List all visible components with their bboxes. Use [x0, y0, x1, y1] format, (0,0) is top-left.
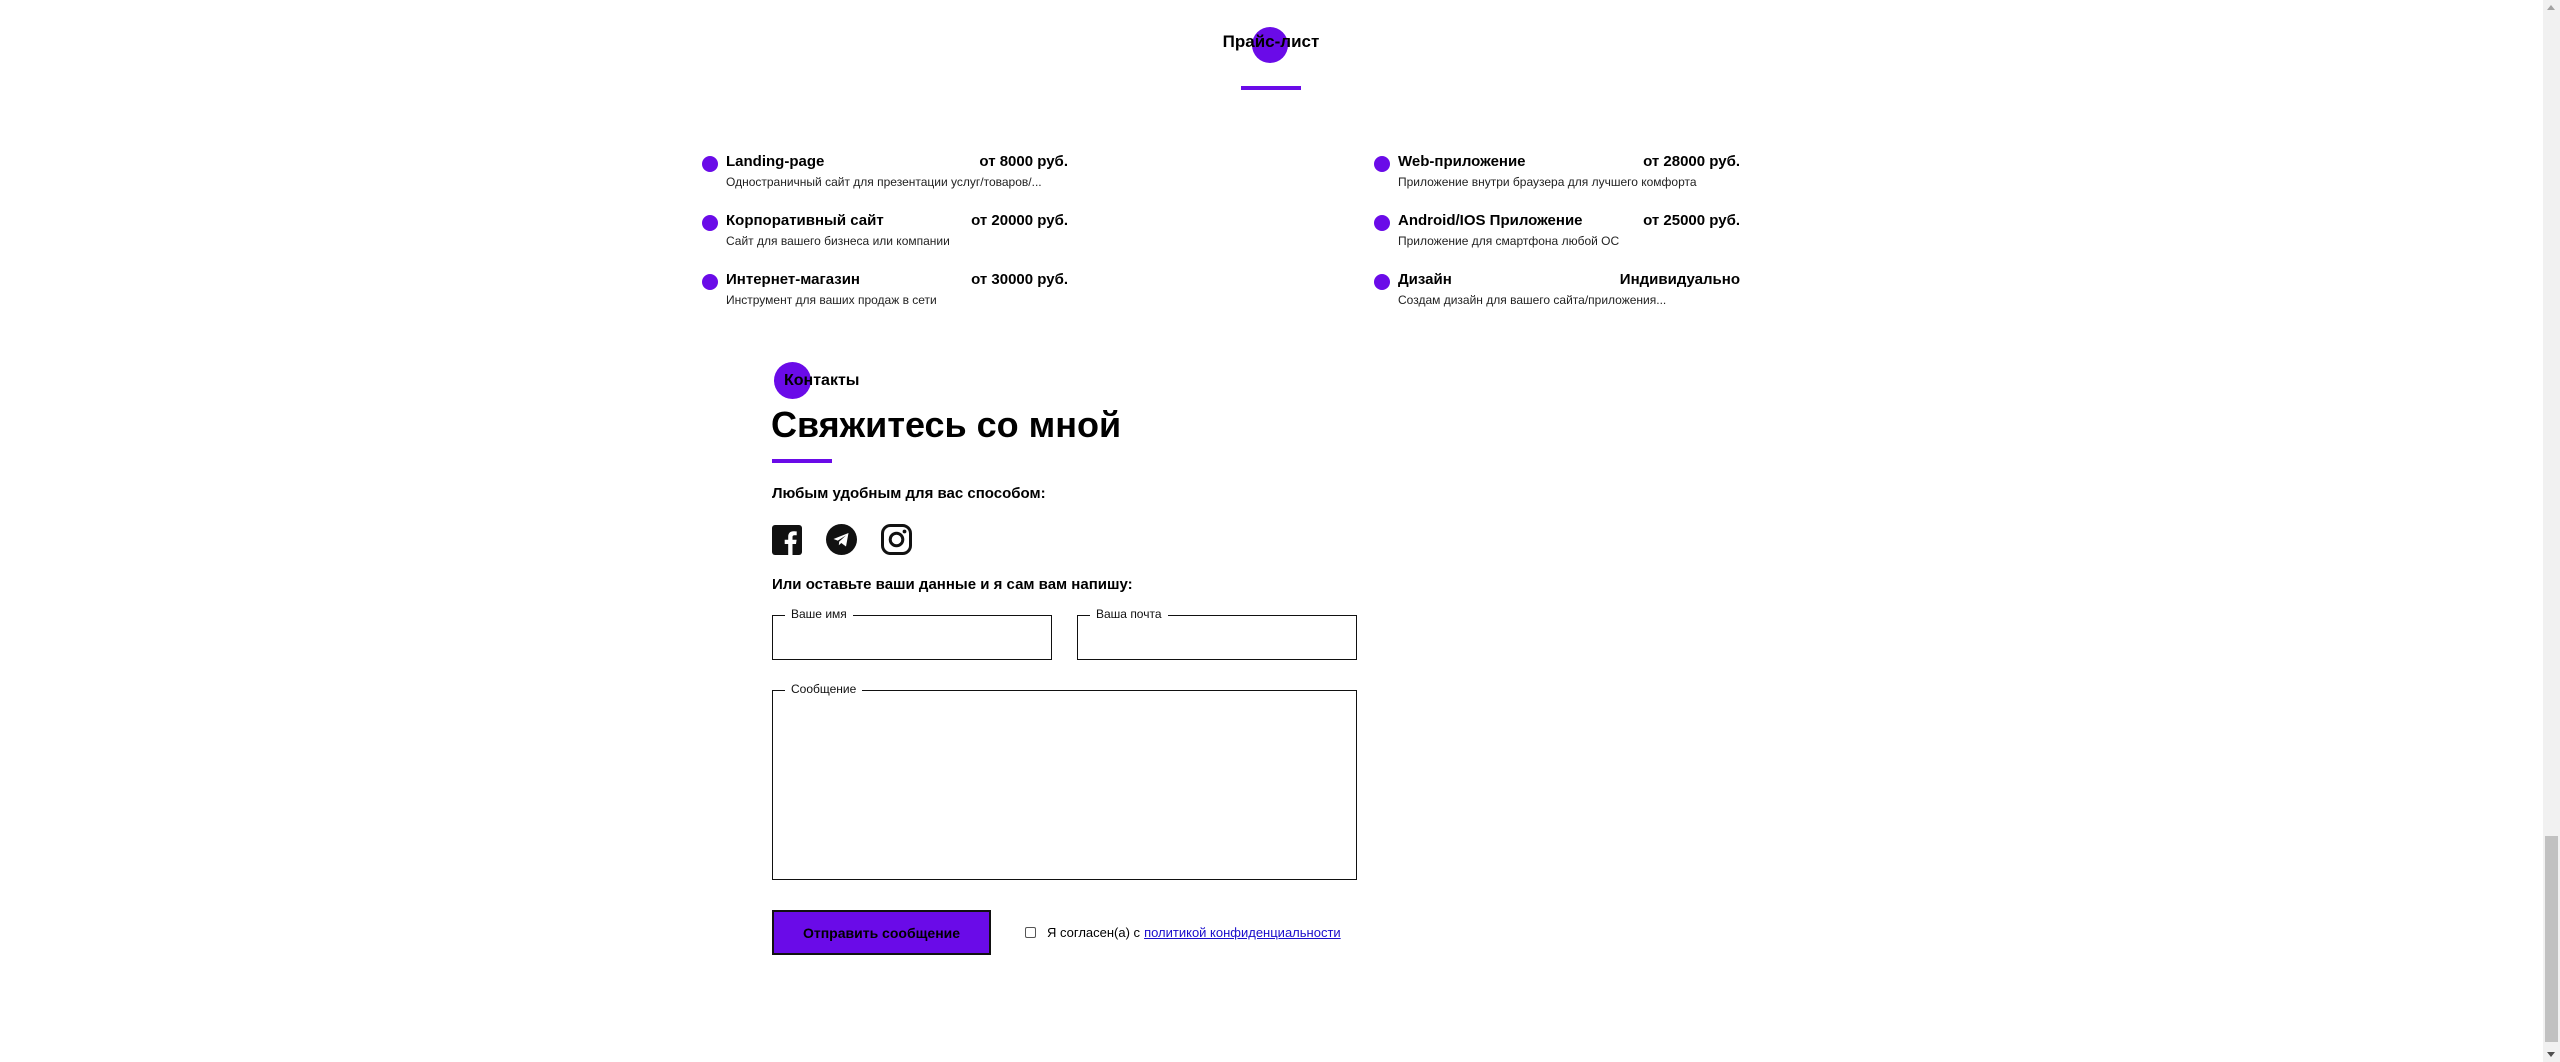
agree-text: Я согласен(а) с [1047, 925, 1141, 940]
price-list-header: Прайс-лист [1180, 20, 1362, 100]
contacts-heading: Свяжитесь со мной [771, 404, 1122, 445]
price-item-name: Landing-page [726, 153, 825, 170]
bullet-dot [1374, 274, 1390, 290]
agree-checkbox[interactable] [1025, 927, 1036, 938]
bullet-dot [702, 156, 718, 172]
scrollbar-thumb[interactable] [2545, 836, 2558, 1042]
instagram-icon[interactable] [881, 523, 915, 557]
price-item-description: Сайт для вашего бизнеса или компании [726, 234, 950, 248]
price-item: Landing-page от 8000 руб. Одностраничный… [702, 150, 1068, 209]
price-item-description: Приложение внутри браузера для лучшего к… [1398, 175, 1697, 189]
price-list-title: Прайс-лист [1222, 32, 1320, 51]
privacy-policy-link[interactable]: политикой конфиденциальности [1144, 925, 1341, 940]
name-input[interactable] [773, 616, 1051, 659]
price-item-price: от 28000 руб. [1643, 153, 1740, 170]
price-item: Корпоративный сайт от 20000 руб. Сайт дл… [702, 209, 1068, 268]
price-item-name: Web-приложение [1398, 153, 1526, 170]
price-item-description: Одностраничный сайт для презентации услу… [726, 175, 1042, 189]
price-item-description: Инструмент для ваших продаж в сети [726, 293, 937, 307]
scroll-down-arrow-icon[interactable] [2547, 1052, 2555, 1057]
bullet-dot [1374, 156, 1390, 172]
bullet-dot [702, 274, 718, 290]
price-item: Дизайн Индивидуально Создам дизайн для в… [1374, 268, 1740, 327]
email-input[interactable] [1078, 616, 1356, 659]
price-item: Интернет-магазин от 30000 руб. Инструмен… [702, 268, 1068, 327]
form-subheading: Или оставьте ваши данные и я сам вам нап… [772, 576, 1133, 593]
price-item-name: Интернет-магазин [726, 271, 860, 288]
telegram-icon[interactable] [826, 523, 860, 557]
contacts-label: Контакты [784, 372, 860, 389]
title-underline [1241, 86, 1301, 90]
message-textarea[interactable] [773, 691, 1356, 879]
price-item: Android/IOS Приложение от 25000 руб. При… [1374, 209, 1740, 268]
name-field: Ваше имя [772, 607, 1052, 660]
message-field: Сообщение [772, 682, 1357, 880]
price-list-left-column: Landing-page от 8000 руб. Одностраничный… [702, 150, 1068, 327]
scroll-up-arrow-icon[interactable] [2547, 5, 2555, 10]
price-item-price: от 30000 руб. [971, 271, 1068, 288]
bullet-dot [1374, 215, 1390, 231]
price-item-name: Дизайн [1398, 271, 1452, 288]
privacy-agreement: Я согласен(а) с политикой конфиденциальн… [1025, 925, 1341, 940]
price-item-price: от 25000 руб. [1643, 212, 1740, 229]
bullet-dot [702, 215, 718, 231]
send-message-button[interactable]: Отправить сообщение [772, 910, 991, 955]
price-item-name: Android/IOS Приложение [1398, 212, 1583, 229]
email-field: Ваша почта [1077, 607, 1357, 660]
contacts-subheading: Любым удобным для вас способом: [772, 485, 1046, 502]
price-item: Web-приложение от 28000 руб. Приложение … [1374, 150, 1740, 209]
page: Прайс-лист Landing-page от 8000 руб. Одн… [0, 0, 2560, 1062]
price-item-name: Корпоративный сайт [726, 212, 884, 229]
heading-underline [772, 459, 832, 463]
price-item-description: Приложение для смартфона любой ОС [1398, 234, 1620, 248]
page-scrollbar[interactable] [2543, 0, 2560, 1062]
price-item-price: от 8000 руб. [979, 153, 1068, 170]
price-list-right-column: Web-приложение от 28000 руб. Приложение … [1374, 150, 1740, 327]
facebook-icon[interactable] [772, 523, 806, 557]
price-item-price: от 20000 руб. [971, 212, 1068, 229]
price-item-description: Создам дизайн для вашего сайта/приложени… [1398, 293, 1667, 307]
contacts-section-label: Контакты [772, 362, 892, 402]
price-item-price: Индивидуально [1619, 271, 1740, 288]
